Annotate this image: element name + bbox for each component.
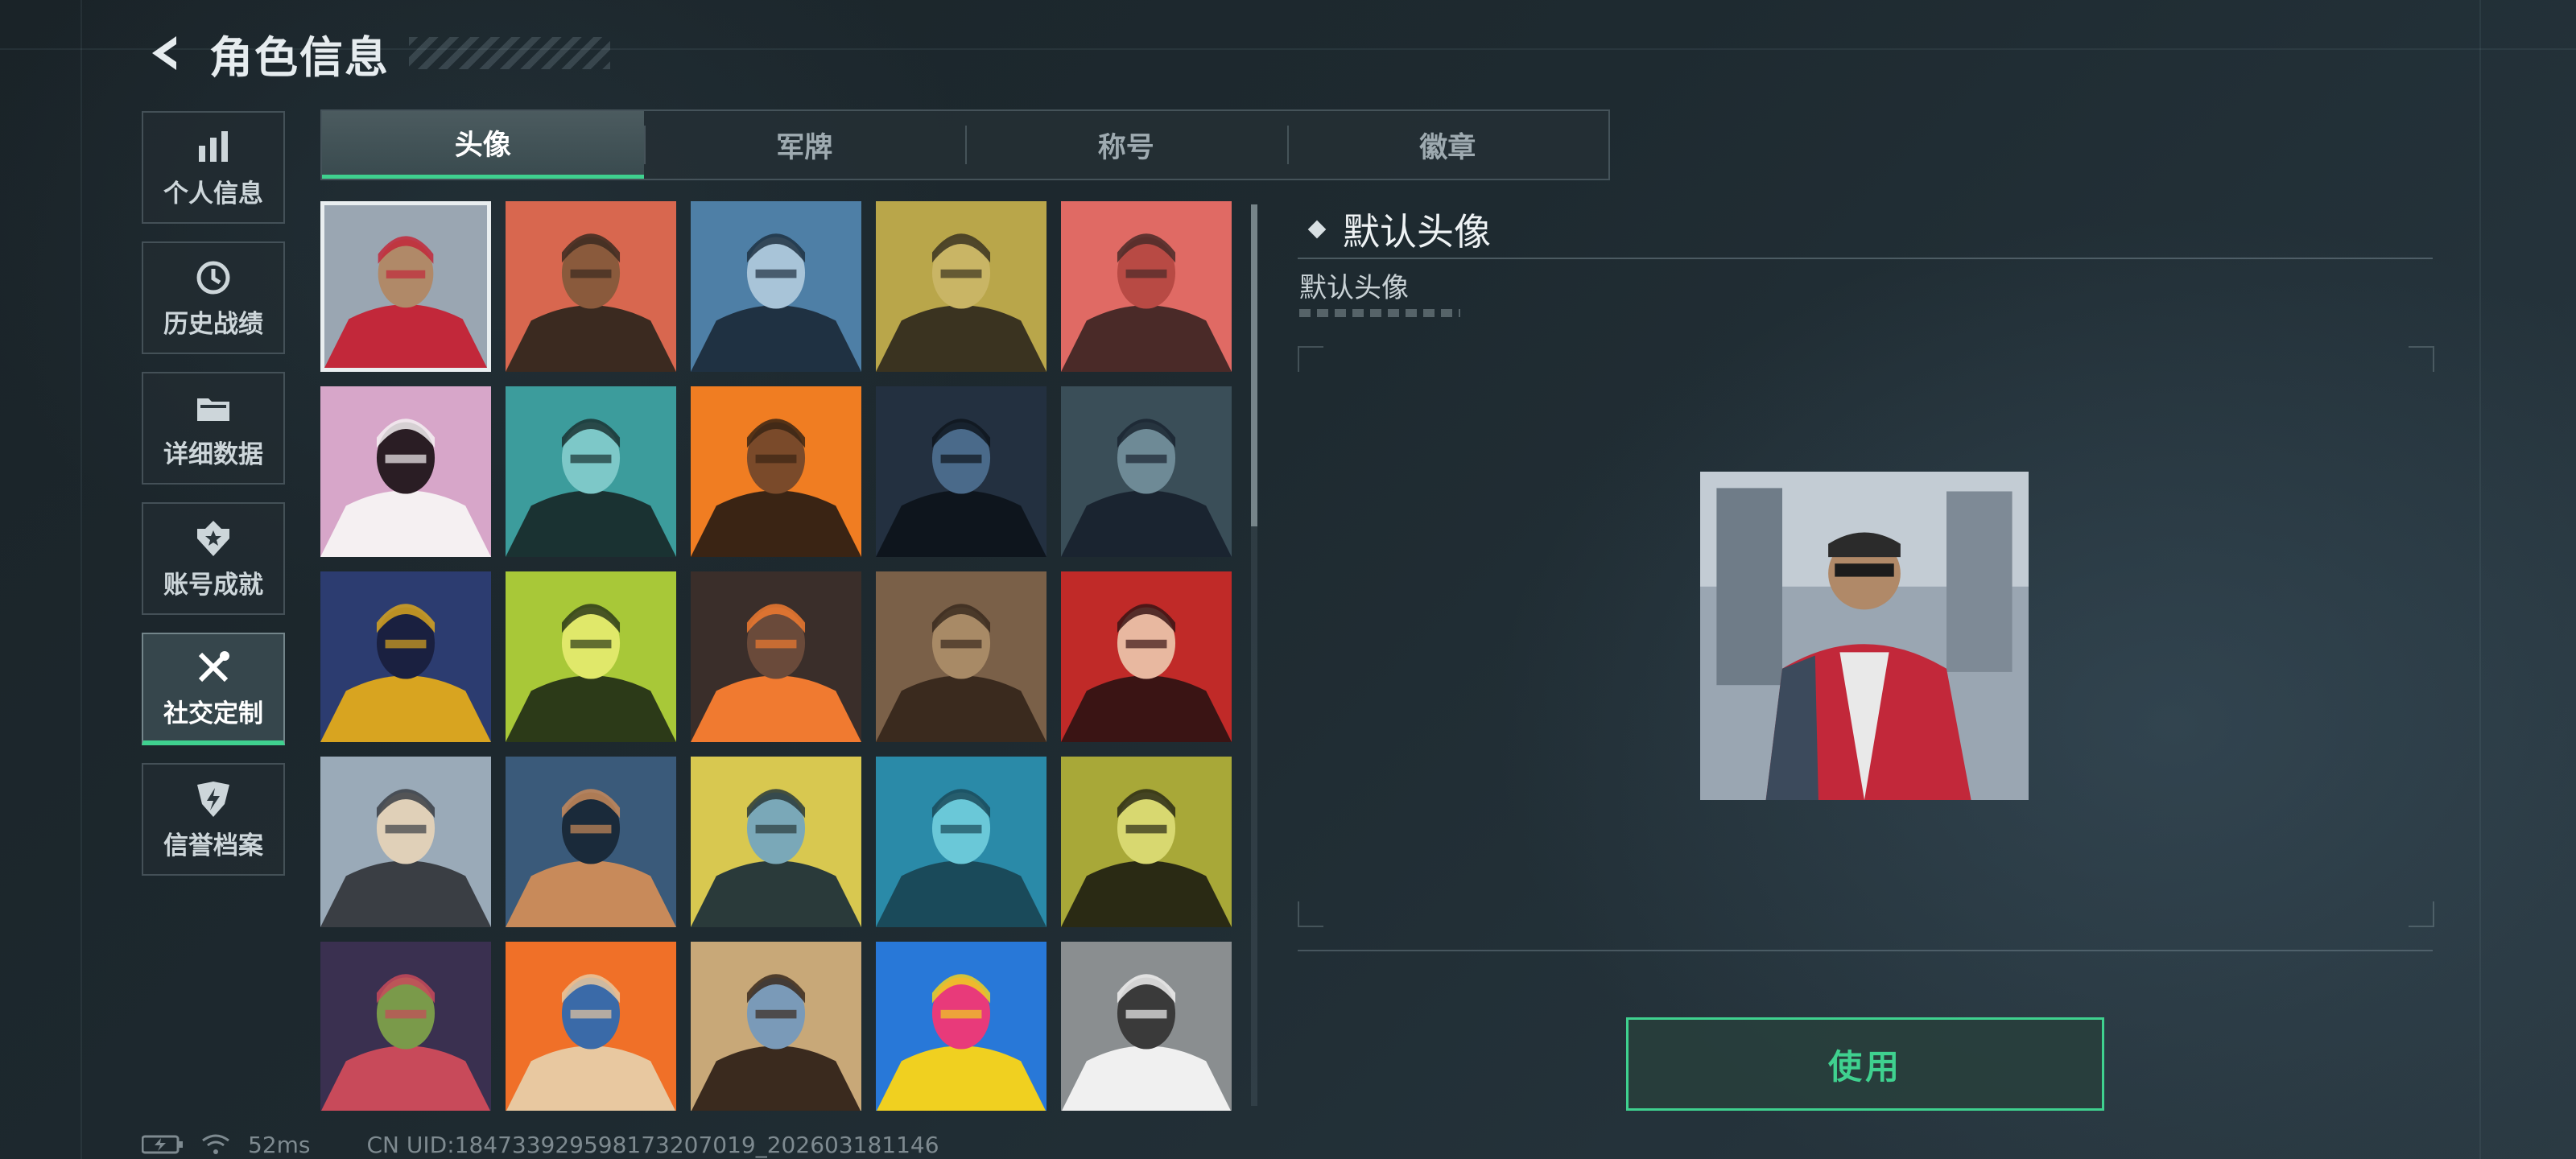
avatar-tile-exit-door[interactable] <box>506 571 676 742</box>
back-button[interactable] <box>142 29 190 77</box>
sidebar-item-label: 社交定制 <box>163 699 263 728</box>
tab-badge[interactable]: 徽章 <box>1286 111 1609 179</box>
status-footer: 52ms CN UID:18473392959817320701​9_20260… <box>142 1130 956 1159</box>
avatar-preview-image <box>1700 472 2029 800</box>
avatar-tile-rowboat-water[interactable] <box>876 757 1046 927</box>
detail-obscured-text <box>1299 309 1460 317</box>
avatar-tile-white-hair-girl[interactable] <box>320 386 491 557</box>
avatar-tile-pilot-headset[interactable] <box>691 201 861 372</box>
avatar-tile-orange-feather[interactable] <box>691 571 861 742</box>
avatar-tile-colorful-triangle-logo[interactable] <box>876 942 1046 1111</box>
sidebar-item-personal-info[interactable]: 个人信息 <box>142 111 285 224</box>
avatar-tile-yellow-glasses-man[interactable] <box>1061 757 1232 927</box>
avatar-tile-sniper-rifle-scope[interactable] <box>1061 386 1232 557</box>
avatar-tile-alligator-warning-sign[interactable] <box>691 757 861 927</box>
folder-icon <box>197 398 229 421</box>
history-clock-icon <box>196 261 230 294</box>
header: 角色信息 <box>142 23 610 84</box>
back-arrow-icon <box>152 36 176 70</box>
tab-title[interactable]: 称号 <box>965 111 1287 179</box>
avatar-tile-red-hair-woman[interactable] <box>1061 571 1232 742</box>
grid-scrollbar[interactable] <box>1251 204 1257 1106</box>
sidebar-item-label: 详细数据 <box>163 439 263 469</box>
sidebar-item-label: 账号成就 <box>163 570 263 600</box>
achievement-badge-icon <box>197 520 229 556</box>
detail-header: 默认头像 <box>1298 201 2433 259</box>
avatar-tile-soldier-beard-cap[interactable] <box>506 201 676 372</box>
avatar-tile-beanie-goggles-man[interactable] <box>320 942 491 1111</box>
sidebar-item-label: 信誉档案 <box>163 831 263 860</box>
ping-value: 52ms <box>248 1131 311 1158</box>
grid-scrollbar-thumb[interactable] <box>1251 204 1257 526</box>
avatar-tile-mountain-hiker[interactable] <box>320 757 491 927</box>
sidebar-item-detailed-data[interactable]: 详细数据 <box>142 372 285 485</box>
avatar-tile-bald-headset[interactable] <box>876 201 1046 372</box>
uid-text: CN UID:18473392959817320701​9_2026031811… <box>366 1131 939 1158</box>
avatar-tile-pyramid-glasses-man[interactable] <box>691 942 861 1111</box>
avatar-tile-night-ops-soldier[interactable] <box>876 386 1046 557</box>
tools-icon <box>198 650 229 682</box>
sidebar-item-credit-file[interactable]: 信誉档案 <box>142 763 285 876</box>
title-decoration <box>409 37 610 69</box>
wifi-icon <box>200 1132 232 1157</box>
avatar-tile-masked-hooded-man[interactable] <box>691 386 861 557</box>
bg-grid-line <box>80 0 82 1159</box>
category-tabs: 头像 军牌 称号 徽章 <box>320 109 1610 180</box>
avatar-grid <box>320 201 1238 1111</box>
battery-icon <box>142 1134 184 1155</box>
detail-divider <box>1298 950 2433 951</box>
avatar-tile-eagle-wings-emblem[interactable] <box>1061 942 1232 1111</box>
tab-avatar[interactable]: 头像 <box>322 111 644 179</box>
sidebar-item-achievements[interactable]: 账号成就 <box>142 502 285 615</box>
avatar-tile-red-helmet-soldier[interactable] <box>1061 201 1232 372</box>
detail-title: 默认头像 <box>1343 210 1491 254</box>
tab-dog-tag[interactable]: 军牌 <box>643 111 966 179</box>
page-title: 角色信息 <box>209 31 390 83</box>
sidebar-item-label: 个人信息 <box>163 179 263 208</box>
avatar-tile-default-portrait[interactable] <box>320 201 491 372</box>
sidebar-item-social-custom[interactable]: 社交定制 <box>142 633 285 745</box>
avatar-tile-tablet-fire[interactable] <box>320 571 491 742</box>
use-button[interactable]: 使用 <box>1626 1017 2104 1111</box>
avatar-tile-archer-woman[interactable] <box>506 757 676 927</box>
bg-grid-line <box>2479 0 2481 1159</box>
credit-shield-icon <box>197 781 229 817</box>
sidebar: 个人信息 历史战绩 详细数据 账号成就 社交定制 信誉档案 <box>142 111 288 893</box>
bar-chart-icon <box>199 130 228 162</box>
avatar-tile-monkey-reading-book[interactable] <box>506 942 676 1111</box>
sidebar-item-label: 历史战绩 <box>163 309 263 339</box>
avatar-tile-teal-glasses-man[interactable] <box>506 386 676 557</box>
detail-description: 默认头像 <box>1299 272 1409 304</box>
sidebar-item-history[interactable]: 历史战绩 <box>142 241 285 354</box>
diamond-bullet-icon <box>1307 220 1327 239</box>
avatar-tile-justice-scales-emblem[interactable] <box>876 571 1046 742</box>
